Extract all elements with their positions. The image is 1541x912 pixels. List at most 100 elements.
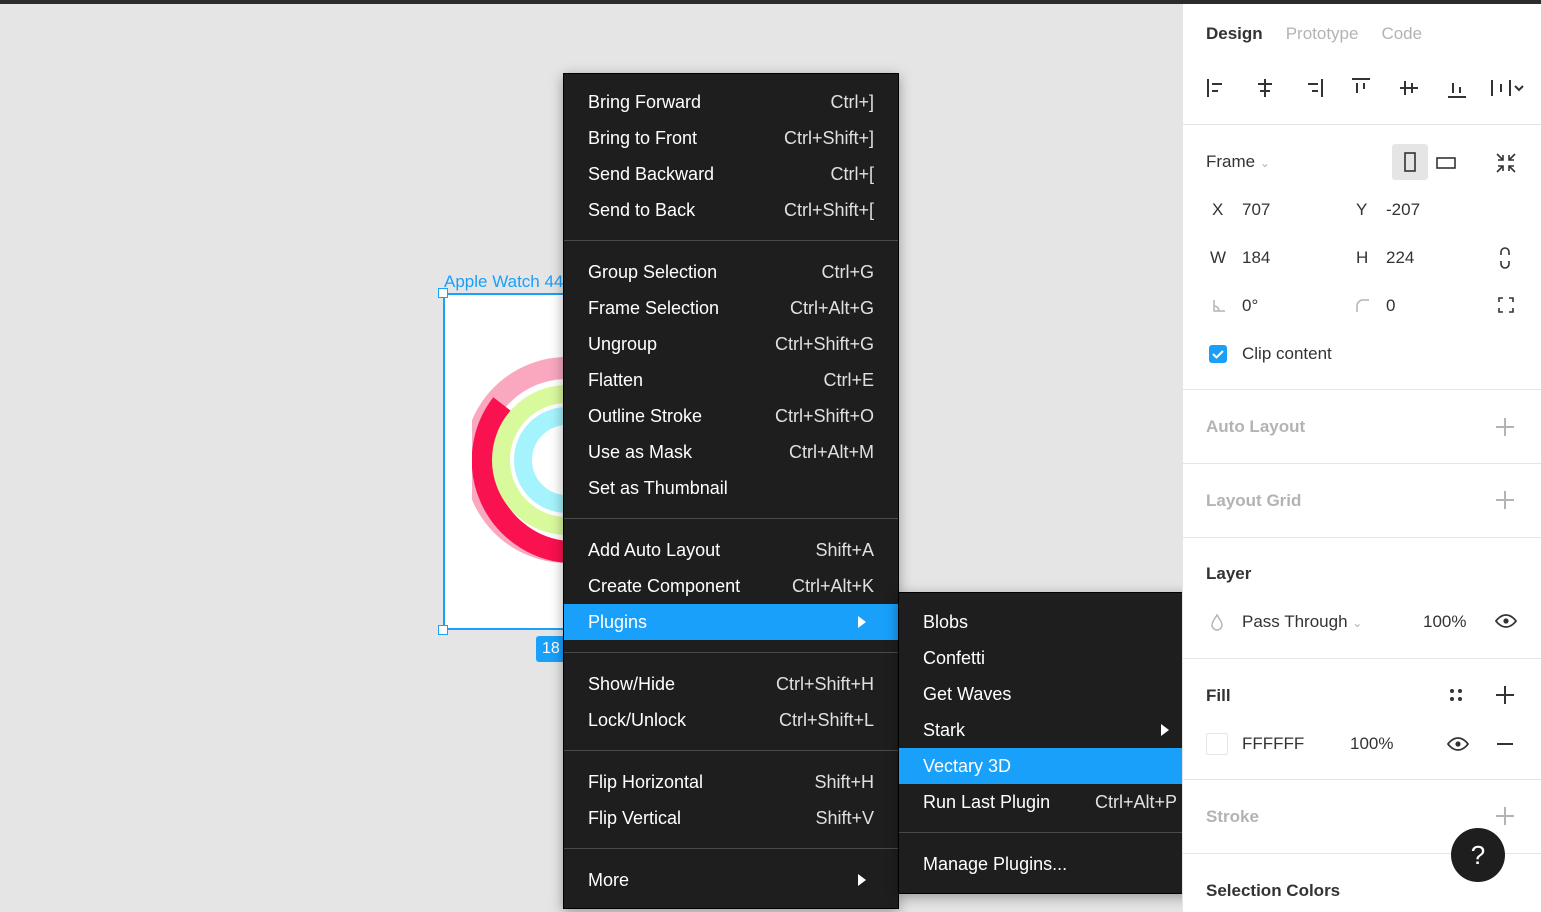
menu-separator (564, 652, 898, 653)
resize-to-fit-icon[interactable] (1494, 151, 1518, 175)
eye-icon[interactable] (1494, 612, 1518, 630)
align-vertical-center-icon[interactable] (1397, 76, 1421, 100)
layer-opacity-input[interactable]: 100% (1423, 612, 1466, 632)
align-top-icon[interactable] (1349, 76, 1373, 100)
resize-handle-top-left[interactable] (438, 288, 448, 298)
menu-item-use-as-mask[interactable]: Use as Mask Ctrl+Alt+M (564, 434, 898, 470)
menu-item-get-waves[interactable]: Get Waves (899, 676, 1201, 712)
align-right-icon[interactable] (1301, 76, 1325, 100)
menu-item-label: Flip Horizontal (588, 771, 704, 792)
inner-ring (514, 407, 568, 513)
menu-item-blobs[interactable]: Blobs (899, 604, 1201, 640)
menu-item-outline-stroke[interactable]: Outline Stroke Ctrl+Shift+O (564, 398, 898, 434)
menu-item-label: Manage Plugins... (923, 853, 1068, 874)
frame-name-label[interactable]: Apple Watch 44 (444, 272, 563, 292)
layout-grid-title: Layout Grid (1206, 491, 1302, 510)
align-horizontal-center-icon[interactable] (1253, 76, 1277, 100)
fill-color-swatch[interactable] (1206, 733, 1228, 755)
h-label: H (1356, 248, 1369, 267)
align-left-icon[interactable] (1205, 76, 1229, 100)
menu-item-vectary-3d[interactable]: Vectary 3D (899, 748, 1201, 784)
tab-prototype[interactable]: Prototype (1286, 24, 1359, 44)
menu-item-set-as-thumbnail[interactable]: Set as Thumbnail (564, 470, 898, 506)
h-input[interactable]: 224 (1386, 248, 1414, 268)
menu-item-flip-vertical[interactable]: Flip Vertical Shift+V (564, 800, 898, 836)
panel-tabs: Design Prototype Code (1206, 24, 1422, 44)
menu-item-send-backward[interactable]: Send Backward Ctrl+[ (564, 156, 898, 192)
menu-item-shortcut: Ctrl+[ (830, 163, 874, 184)
fill-opacity-input[interactable]: 100% (1350, 734, 1393, 754)
menu-item-lock-unlock[interactable]: Lock/Unlock Ctrl+Shift+L (564, 702, 898, 738)
menu-item-create-component[interactable]: Create Component Ctrl+Alt+K (564, 568, 898, 604)
menu-item-stark[interactable]: Stark (899, 712, 1201, 748)
menu-item-show-hide[interactable]: Show/Hide Ctrl+Shift+H (564, 666, 898, 702)
menu-item-label: Blobs (923, 611, 969, 632)
corner-radius-input[interactable]: 0 (1386, 296, 1395, 316)
menu-item-manage-plugins[interactable]: Manage Plugins... (899, 846, 1201, 882)
tab-code[interactable]: Code (1381, 24, 1422, 44)
frame-type-label[interactable]: Frame ⌄ (1206, 152, 1270, 172)
x-label: X (1212, 200, 1224, 219)
w-input[interactable]: 184 (1242, 248, 1270, 268)
rotation-input[interactable]: 0° (1242, 296, 1258, 316)
clip-content-checkbox[interactable] (1209, 345, 1227, 363)
menu-item-group-selection[interactable]: Group Selection Ctrl+G (564, 254, 898, 290)
menu-item-flip-horizontal[interactable]: Flip Horizontal Shift+H (564, 764, 898, 800)
menu-item-frame-selection[interactable]: Frame Selection Ctrl+Alt+G (564, 290, 898, 326)
y-input[interactable]: -207 (1386, 200, 1420, 220)
frame-label: Frame (1206, 152, 1256, 171)
menu-item-label: Vectary 3D (923, 755, 1012, 776)
y-label: Y (1356, 200, 1368, 219)
add-layout-grid-button[interactable] (1496, 491, 1514, 509)
rotation-icon (1213, 300, 1225, 312)
menu-item-shortcut: Ctrl+E (823, 369, 874, 390)
fill-hex-input[interactable]: FFFFFF (1242, 734, 1304, 754)
menu-item-run-last-plugin[interactable]: Run Last Plugin Ctrl+Alt+P (899, 784, 1201, 820)
blend-mode-value: Pass Through (1242, 612, 1348, 631)
properties-panel: Design Prototype Code Frame ⌄ X 707 Y -2… (1182, 4, 1541, 912)
divider (1183, 463, 1541, 464)
menu-item-add-auto-layout[interactable]: Add Auto Layout Shift+A (564, 532, 898, 568)
menu-item-flatten[interactable]: Flatten Ctrl+E (564, 362, 898, 398)
menu-separator (899, 832, 1201, 833)
layer-title: Layer (1206, 564, 1252, 583)
menu-item-send-to-back[interactable]: Send to Back Ctrl+Shift+[ (564, 192, 898, 228)
align-bottom-icon[interactable] (1445, 76, 1469, 100)
landscape-icon[interactable] (1435, 152, 1457, 174)
divider (1183, 537, 1541, 538)
eye-icon[interactable] (1446, 735, 1470, 753)
constrain-proportions-icon[interactable] (1496, 246, 1514, 270)
remove-fill-icon[interactable] (1496, 735, 1514, 753)
menu-item-shortcut: Ctrl+Shift+H (775, 673, 874, 694)
add-auto-layout-button[interactable] (1496, 418, 1514, 436)
menu-item-label: Run Last Plugin (923, 791, 1051, 812)
menu-separator (564, 240, 898, 241)
portrait-toggle-button[interactable] (1392, 144, 1428, 180)
menu-item-ungroup[interactable]: Ungroup Ctrl+Shift+G (564, 326, 898, 362)
menu-item-label: Flip Vertical (588, 807, 682, 828)
menu-item-confetti[interactable]: Confetti (899, 640, 1201, 676)
menu-item-label: Ungroup (588, 333, 658, 354)
menu-item-bring-forward[interactable]: Bring Forward Ctrl+] (564, 84, 898, 120)
menu-item-more[interactable]: More (564, 862, 898, 898)
menu-item-label: More (588, 869, 630, 890)
tab-design[interactable]: Design (1206, 24, 1263, 44)
x-input[interactable]: 707 (1242, 200, 1270, 220)
blend-mode-select[interactable]: Pass Through ⌄ (1242, 612, 1362, 632)
help-button[interactable]: ? (1451, 828, 1505, 882)
menu-item-bring-to-front[interactable]: Bring to Front Ctrl+Shift+] (564, 120, 898, 156)
distribute-dropdown-icon[interactable] (1489, 76, 1525, 100)
divider (1183, 658, 1541, 659)
context-menu: Bring Forward Ctrl+] Bring to Front Ctrl+Sh… (563, 73, 899, 909)
add-stroke-button[interactable] (1496, 807, 1514, 825)
menu-item-label: Create Component (588, 575, 741, 596)
styles-grid-icon[interactable] (1447, 686, 1465, 704)
menu-item-shortcut: Shift+H (814, 771, 874, 792)
menu-item-plugins[interactable]: Plugins (564, 604, 898, 640)
resize-handle-bottom-left[interactable] (438, 625, 448, 635)
menu-item-shortcut: Shift+V (815, 807, 874, 828)
add-fill-button[interactable] (1496, 686, 1514, 704)
independent-corners-icon[interactable] (1497, 296, 1515, 314)
corner-radius-icon (1356, 299, 1369, 312)
menu-item-shortcut: Ctrl+Shift+O (774, 405, 874, 426)
